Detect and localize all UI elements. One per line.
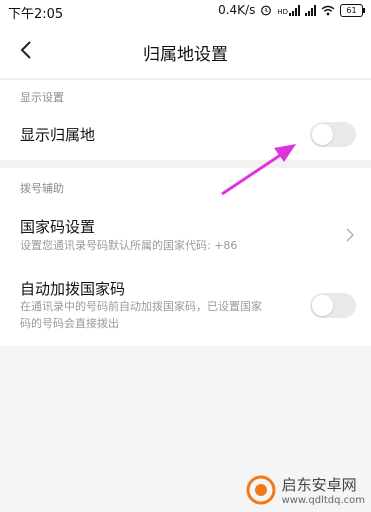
wifi-icon	[321, 5, 335, 15]
country-code-subtitle: 设置您通讯录号码默认所属的国家代码: +86	[20, 239, 238, 252]
battery-icon: 61	[340, 3, 365, 17]
toggle-knob	[312, 124, 333, 145]
show-location-row[interactable]: 显示归属地	[0, 110, 371, 160]
show-location-label: 显示归属地	[20, 126, 96, 144]
auto-add-subtitle-line1: 在通讯录中的号码前自动加拨国家码，已设置国家	[20, 300, 262, 313]
signal-hd-icon: HD	[277, 4, 300, 16]
network-speed: 0.4K/s	[218, 3, 256, 17]
display-settings-card: 显示设置 显示归属地	[0, 80, 371, 160]
status-icons: 0.4K/s HD 61	[218, 3, 365, 17]
country-code-row[interactable]: 国家码设置 设置您通讯录号码默认所属的国家代码: +86	[0, 206, 371, 262]
annotation-arrow-icon	[221, 144, 296, 196]
status-time: 下午2:05	[8, 7, 64, 22]
show-location-toggle[interactable]	[310, 122, 356, 147]
watermark-text: 启东安卓网 www.qdltdq.com	[282, 474, 365, 506]
auto-add-toggle[interactable]	[310, 293, 356, 318]
watermark-logo-icon	[246, 475, 276, 505]
alarm-icon	[261, 5, 272, 16]
auto-add-subtitle-line2: 码的号码会直接拨出	[20, 317, 119, 330]
toggle-knob	[312, 295, 333, 316]
country-code-title: 国家码设置	[20, 218, 96, 236]
signal-icon	[305, 4, 316, 16]
watermark-url: www.qdltdq.com	[281, 495, 365, 506]
chevron-right-icon	[346, 228, 355, 242]
app-header: 归属地设置	[0, 24, 371, 78]
auto-add-country-code-row[interactable]: 自动加拨国家码 在通讯录中的号码前自动加拨国家码，已设置国家 码的号码会直接拨出	[0, 272, 371, 342]
watermark: 启东安卓网 www.qdltdq.com	[246, 474, 365, 506]
page-title: 归属地设置	[143, 45, 228, 65]
section-label-display: 显示设置	[20, 91, 64, 104]
section-label-dial: 拨号辅助	[20, 182, 64, 195]
dial-assist-card: 拨号辅助 国家码设置 设置您通讯录号码默认所属的国家代码: +86 自动加拨国家…	[0, 168, 371, 346]
auto-add-title: 自动加拨国家码	[20, 280, 126, 298]
watermark-name: 启东安卓网	[281, 476, 357, 494]
section-divider	[0, 160, 371, 168]
status-bar: 下午2:05 0.4K/s HD 61	[0, 0, 371, 24]
